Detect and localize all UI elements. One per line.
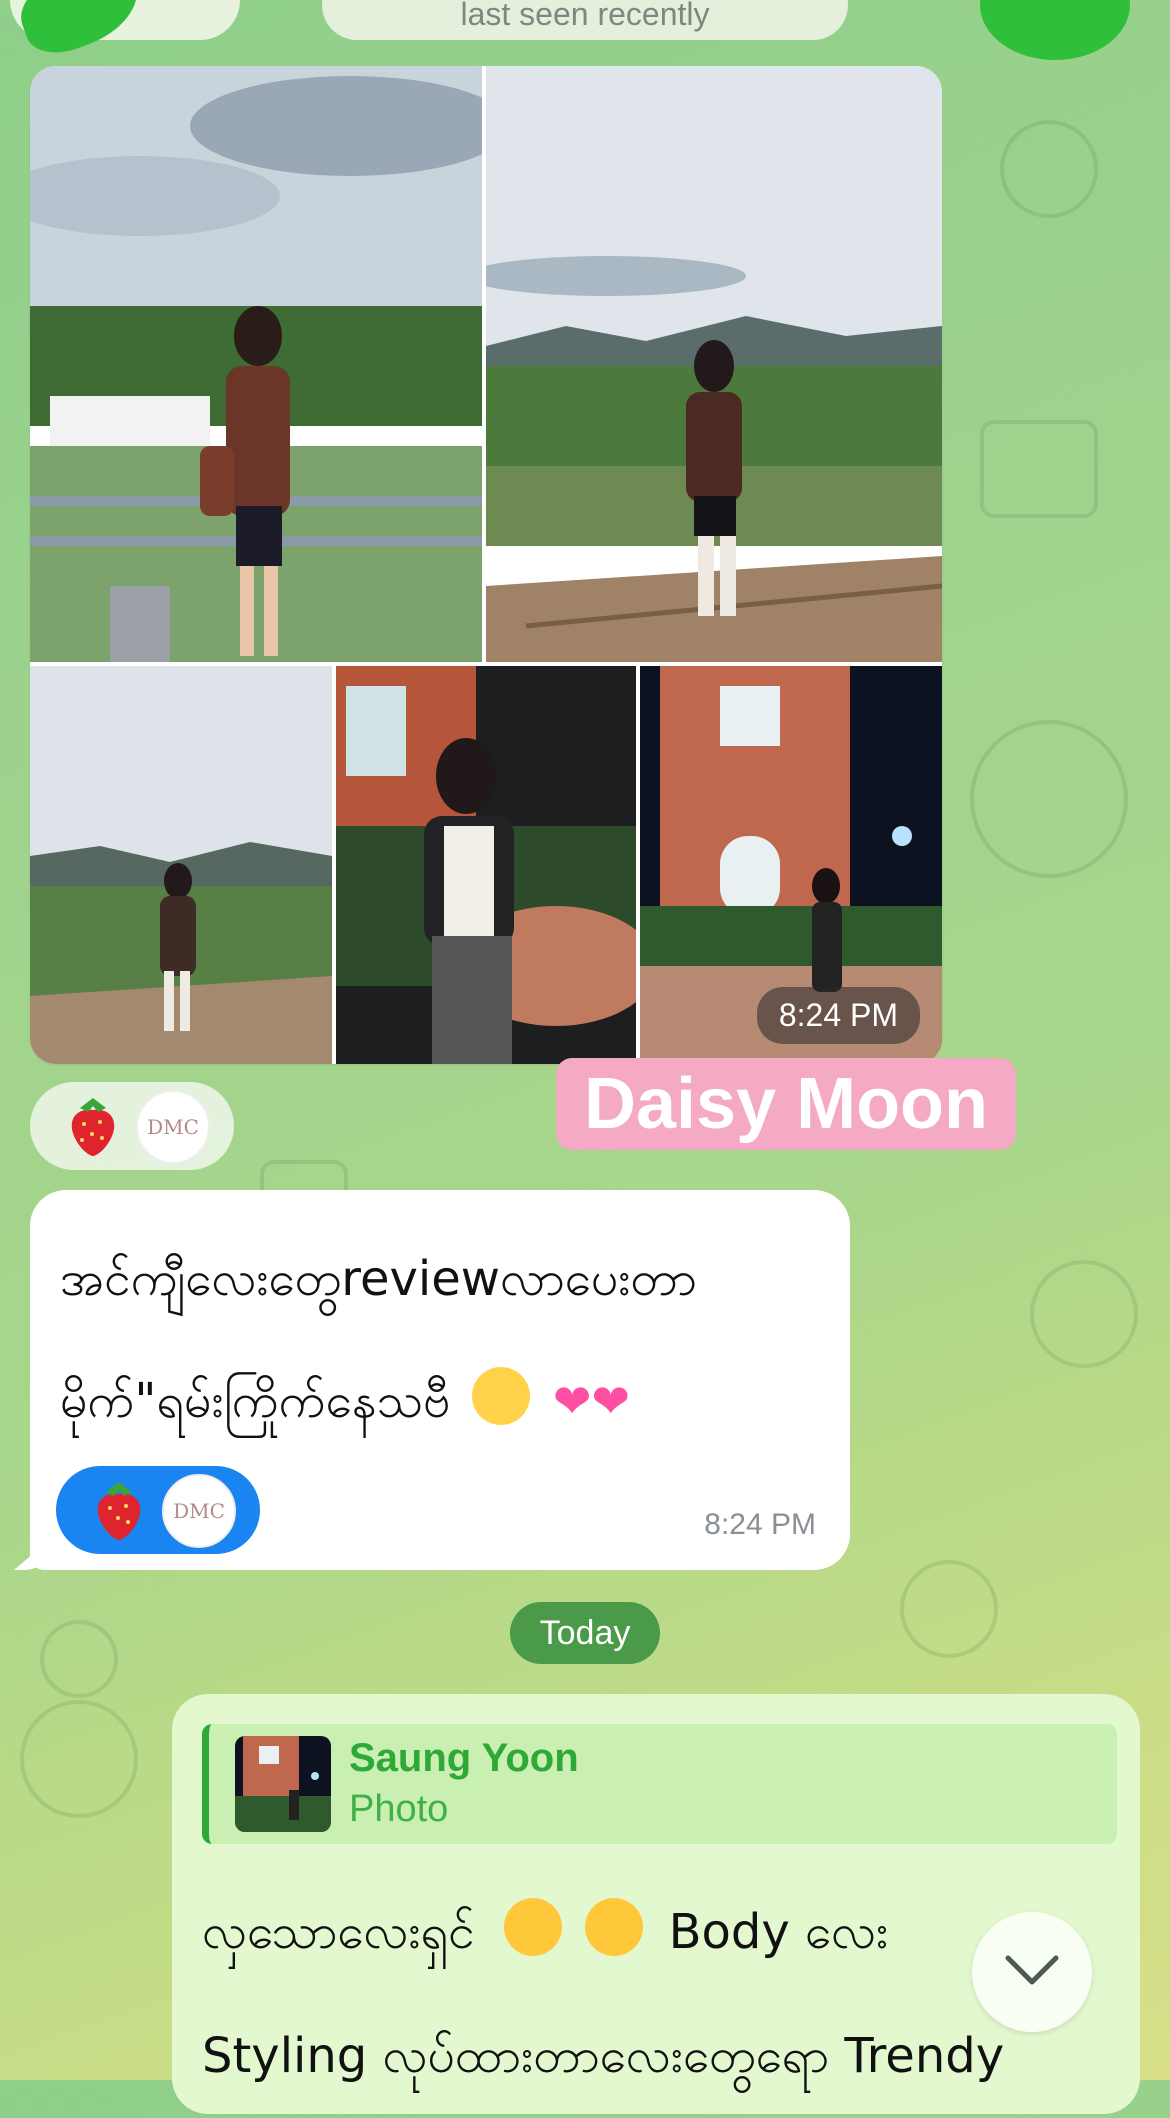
doodle — [40, 1620, 118, 1698]
reply-preview[interactable]: Saung Yoon Photo — [202, 1724, 1117, 1844]
date-separator: Today — [510, 1602, 660, 1664]
doodle — [1000, 120, 1098, 218]
message-line-1a: လှသောလေးရှင် — [202, 1904, 475, 1960]
chat-header[interactable]: last seen recently — [322, 0, 848, 40]
photo-album[interactable]: 8:24 PM — [30, 66, 942, 1064]
strawberry-icon — [97, 1482, 141, 1540]
avatar[interactable] — [980, 0, 1130, 60]
doodle — [1030, 1260, 1138, 1368]
own-reaction-pill[interactable]: DMC — [56, 1466, 260, 1554]
doodle — [900, 1560, 998, 1658]
reply-thumbnail — [235, 1736, 331, 1832]
incoming-message-bubble[interactable]: အင်ကျီလေးတွေreviewလာပေးတာ မိုက်"ရမ်းကြို… — [30, 1190, 850, 1570]
message-line-1b: Body လေး — [668, 1904, 889, 1960]
album-photo-4[interactable] — [336, 666, 636, 1064]
reaction-pill[interactable]: DMC — [30, 1082, 234, 1170]
two-hearts-icon: ❤❤ — [552, 1374, 630, 1428]
doodle — [980, 420, 1098, 518]
reaction-avatar: DMC — [136, 1090, 210, 1164]
outgoing-message-bubble[interactable]: Saung Yoon Photo လှသောလေးရှင် Body လေး S… — [172, 1694, 1140, 2114]
message-line-2: Styling လုပ်ထားတာလေးတွေရော Trendy — [202, 2028, 1005, 2084]
reply-author: Saung Yoon — [349, 1736, 579, 1780]
message-line-1: အင်ကျီလေးတွေreviewလာပေးတာ — [60, 1251, 697, 1307]
chevron-down-icon — [1005, 1955, 1059, 1985]
doodle — [20, 1700, 138, 1818]
reaction-avatar: DMC — [162, 1474, 236, 1548]
doodle — [970, 720, 1128, 878]
album-photo-1[interactable] — [30, 66, 482, 662]
status-text: last seen recently — [460, 0, 710, 32]
strawberry-icon — [71, 1098, 115, 1156]
message-line-2-wrap: မိုက်"ရမ်းကြိုက်နေသဗီ ❤❤ — [60, 1340, 830, 1462]
scroll-down-button[interactable] — [972, 1912, 1092, 2032]
album-photo-2[interactable] — [486, 66, 942, 662]
album-photo-3[interactable] — [30, 666, 332, 1064]
watermark-text: Daisy Moon — [556, 1058, 1016, 1150]
crying-emoji-icon — [471, 1367, 530, 1425]
message-timestamp: 8:24 PM — [704, 1508, 816, 1541]
smiling-hearts-emoji-icon — [504, 1898, 563, 1956]
album-timestamp: 8:24 PM — [756, 987, 920, 1044]
smiling-hearts-emoji-icon — [585, 1898, 644, 1956]
reply-type: Photo — [349, 1788, 449, 1830]
message-line-2: မိုက်"ရမ်းကြိုက်နေသဗီ — [60, 1373, 451, 1429]
message-text: အင်ကျီလေးတွေreviewလာပေးတာ မိုက်"ရမ်းကြို… — [60, 1218, 830, 1462]
